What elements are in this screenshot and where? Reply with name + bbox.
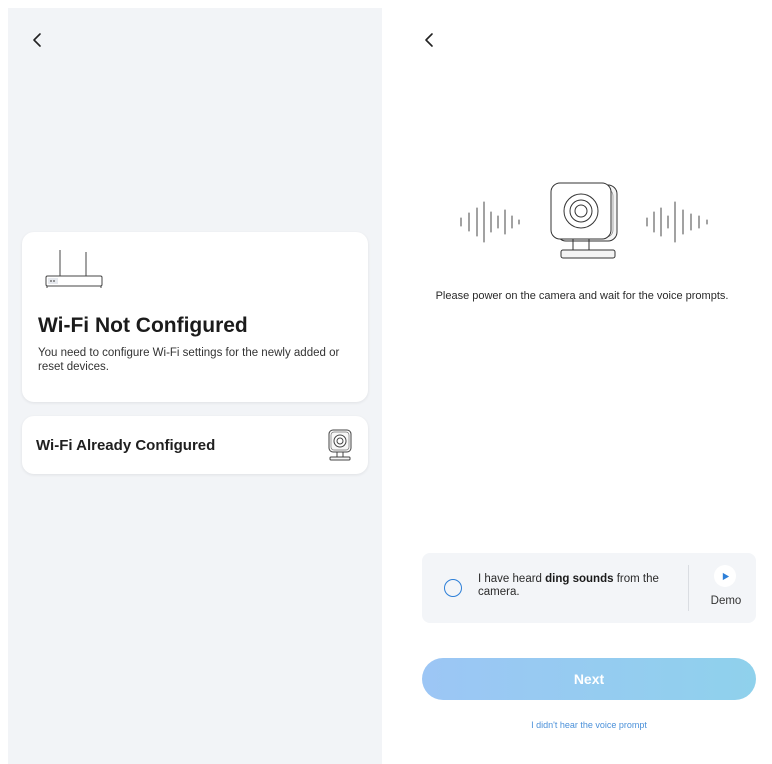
sound-wave-icon (460, 201, 520, 243)
next-button[interactable]: Next (422, 658, 756, 700)
sound-wave-icon (646, 201, 708, 243)
wifi-not-configured-card[interactable]: Wi-Fi Not Configured You need to configu… (22, 232, 368, 402)
voice-prompt-screen: Please power on the camera and wait for … (400, 8, 764, 764)
camera-icon (328, 429, 352, 461)
ding-sounds-emphasis: ding sounds (545, 573, 614, 585)
heard-sounds-confirmation: I have heard ding sounds from the camera… (422, 553, 756, 623)
camera-icon (550, 182, 618, 259)
router-icon (45, 250, 103, 288)
camera-sound-illustration (460, 182, 708, 259)
power-on-instruction: Please power on the camera and wait for … (435, 290, 729, 302)
heard-sounds-radio[interactable] (444, 579, 462, 597)
back-button[interactable] (418, 28, 442, 52)
confirmation-text: I have heard ding sounds from the camera… (478, 573, 688, 599)
wifi-choice-screen: Wi-Fi Not Configured You need to configu… (8, 8, 382, 764)
chevron-left-icon (425, 33, 433, 47)
confirmation-text-start: I have heard (478, 573, 546, 585)
no-voice-prompt-link[interactable]: I didn't hear the voice prompt (422, 720, 756, 730)
play-icon (714, 565, 736, 587)
already-configured-label: Wi-Fi Already Configured (36, 436, 216, 454)
demo-label: Demo (710, 595, 742, 607)
card-description: You need to configure Wi-Fi settings for… (38, 347, 340, 373)
wifi-already-configured-card[interactable]: Wi-Fi Already Configured (22, 416, 368, 474)
chevron-left-icon (33, 33, 41, 47)
demo-divider (688, 565, 689, 611)
demo-button[interactable]: Demo (700, 563, 752, 613)
card-title: Wi-Fi Not Configured (38, 314, 248, 337)
back-button[interactable] (26, 28, 50, 52)
